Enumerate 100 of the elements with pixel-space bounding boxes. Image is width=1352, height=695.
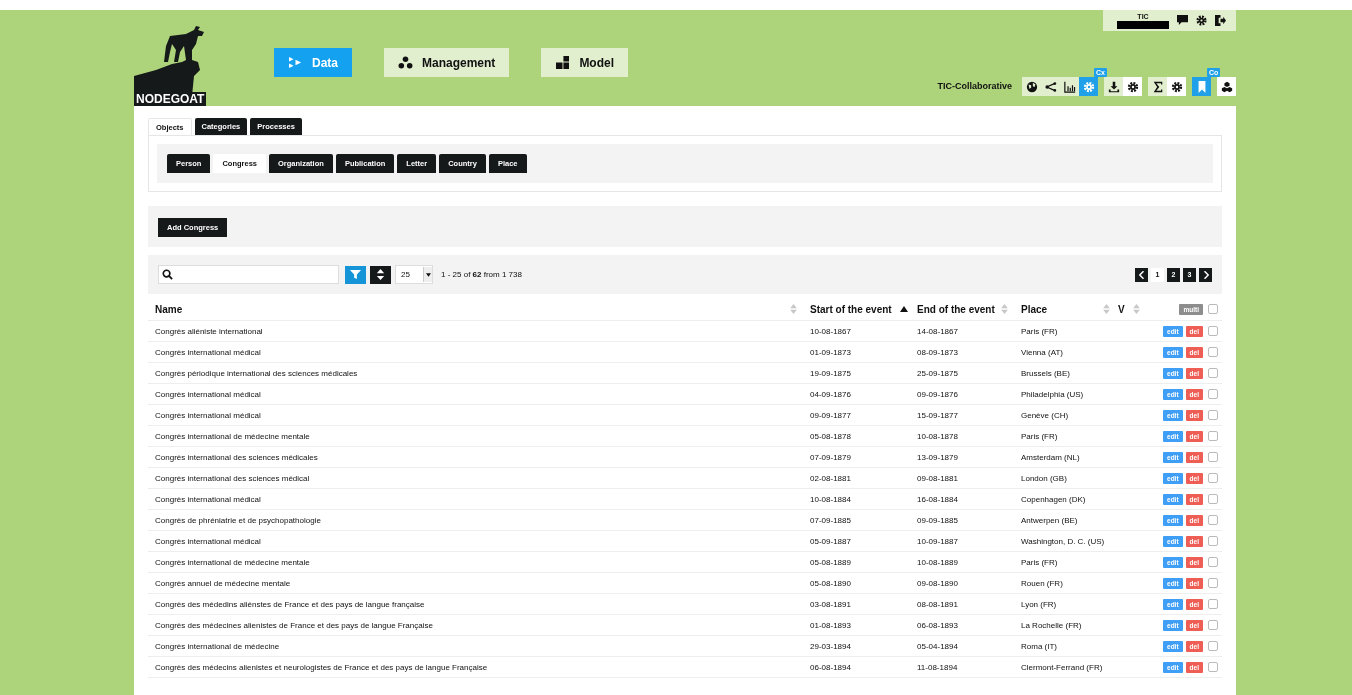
row-checkbox[interactable] [1208, 389, 1218, 399]
table-cell: Roma (IT) [1021, 641, 1057, 651]
table-cell: Congrès des médecines alienistes de France et des pays de langue Française [155, 620, 433, 630]
toolbar-button[interactable] [1123, 77, 1142, 96]
table-cell: 13-09-1879 [917, 452, 958, 462]
row-checkbox[interactable] [1208, 473, 1218, 483]
toolbar-button[interactable] [1217, 77, 1236, 96]
table-cell: 09-09-1876 [917, 389, 958, 399]
table-cell: 05-04-1894 [917, 641, 958, 651]
table-cell: London (GB) [1021, 473, 1067, 483]
table-cell: 04-09-1876 [810, 389, 851, 399]
table-cell: Washington, D. C. (US) [1021, 536, 1105, 546]
table-cell: Lyon (FR) [1021, 599, 1057, 609]
row-checkbox[interactable] [1208, 536, 1218, 546]
logout-icon[interactable] [1215, 15, 1226, 26]
table-cell: 10-08-1867 [810, 326, 851, 336]
row-checkbox[interactable] [1208, 641, 1218, 651]
sort-icon[interactable] [1132, 304, 1140, 314]
table-cell: Paris (FR) [1021, 557, 1058, 567]
chat-icon[interactable] [1177, 15, 1188, 26]
play-arrows-icon [288, 56, 303, 69]
table-cell: 10-08-1889 [917, 557, 958, 567]
table-cell: 10-08-1884 [810, 494, 851, 504]
row-checkbox[interactable] [1208, 515, 1218, 525]
table-cell: Congrès annuel de médecine mentale [155, 578, 291, 588]
sort-button[interactable] [370, 265, 391, 284]
table-cell: 06-08-1893 [917, 620, 958, 630]
table-cell: 15-09-1877 [917, 410, 958, 420]
table-cell: 07-09-1885 [810, 515, 851, 525]
table-cell: Amsterdam (NL) [1021, 452, 1080, 462]
next-page-button[interactable] [1199, 267, 1212, 282]
page-size-select[interactable]: 25 [395, 265, 433, 284]
row-checkbox[interactable] [1208, 452, 1218, 462]
table-cell: 01-09-1873 [810, 347, 851, 357]
column-header[interactable]: V [1118, 303, 1125, 315]
redacted-bar [1117, 20, 1169, 29]
column-header[interactable]: Place [1021, 303, 1048, 315]
row-checkbox[interactable] [1208, 620, 1218, 630]
sort-icon[interactable] [1001, 304, 1008, 314]
select-all-checkbox[interactable] [1208, 304, 1218, 314]
row-checkbox[interactable] [1208, 494, 1218, 504]
download-icon [1107, 80, 1120, 93]
row-checkbox[interactable] [1208, 557, 1218, 567]
table-cell: 10-09-1887 [917, 536, 958, 546]
table-cell: 09-09-1885 [917, 515, 958, 525]
table-cell: Congrès international de médecine mentale [155, 557, 310, 567]
settings-icon [1170, 80, 1183, 93]
toolbar-button[interactable] [1167, 77, 1186, 96]
settings-icon[interactable] [1196, 15, 1207, 26]
nav-button[interactable]: Management [384, 48, 510, 77]
row-checkbox[interactable] [1208, 368, 1218, 378]
table-cell: 08-08-1891 [917, 599, 958, 609]
sort-icon[interactable] [790, 304, 797, 314]
column-header[interactable]: End of the event [917, 303, 995, 315]
table-cell: Brussels (BE) [1021, 368, 1070, 378]
share-icon [1044, 80, 1057, 93]
table-cell: 06-08-1894 [810, 662, 851, 672]
table-cell: Rouen (FR) [1021, 578, 1063, 588]
up-down-icon [375, 269, 386, 280]
table-cell: 11-08-1894 [917, 662, 958, 672]
three-dots-icon [398, 56, 413, 69]
bar-chart-icon [1063, 80, 1076, 93]
logo-text: NODEGOAT [134, 92, 207, 106]
funnel-icon [350, 269, 361, 280]
nav-button[interactable]: Data [274, 48, 352, 77]
sort-icon[interactable] [1103, 304, 1110, 314]
sort-ascending-icon[interactable] [899, 306, 908, 312]
row-checkbox[interactable] [1208, 578, 1218, 588]
chevron-right-icon [1202, 270, 1209, 279]
row-checkbox[interactable] [1208, 599, 1218, 609]
search-icon [162, 269, 173, 280]
table-cell: 05-08-1889 [810, 557, 851, 567]
row-checkbox[interactable] [1208, 347, 1218, 357]
table-cell: 09-09-1877 [810, 410, 851, 420]
settings-icon [1082, 80, 1095, 93]
table-cell: 05-08-1878 [810, 431, 851, 441]
column-header[interactable]: Start of the event [810, 303, 892, 315]
table-cell: Congrès international de médecine mentale [155, 431, 310, 441]
nav-button[interactable]: Model [541, 48, 629, 77]
table-cell: 05-09-1887 [810, 536, 851, 546]
table-cell: Congrès des médedins aliénstes de France et des pays de langue française [155, 599, 425, 609]
table-cell: Congrès international médical [155, 536, 261, 546]
project-name: TIC-Collaborative [937, 81, 1012, 93]
table-cell: 09-08-1881 [917, 473, 958, 483]
previous-page-button[interactable] [1135, 267, 1148, 282]
row-checkbox[interactable] [1208, 326, 1218, 336]
cubes-icon [1220, 80, 1233, 93]
column-header[interactable]: Name [155, 303, 183, 315]
table-cell: Vienna (AT) [1021, 347, 1063, 357]
table-cell: Clermont-Ferrand (FR) [1021, 662, 1103, 672]
table-cell: Congrès de phréniatrie et de psychopathologie [155, 515, 321, 525]
row-checkbox[interactable] [1208, 431, 1218, 441]
search-field[interactable] [158, 265, 339, 284]
row-checkbox[interactable] [1208, 410, 1218, 420]
table-cell: 02-08-1881 [810, 473, 851, 483]
table-cell: 25-09-1875 [917, 368, 958, 378]
table-cell: Paris (FR) [1021, 326, 1058, 336]
row-checkbox[interactable] [1208, 662, 1218, 672]
table-cell: 03-08-1891 [810, 599, 851, 609]
table-cell: La Rochelle (FR) [1021, 620, 1082, 630]
